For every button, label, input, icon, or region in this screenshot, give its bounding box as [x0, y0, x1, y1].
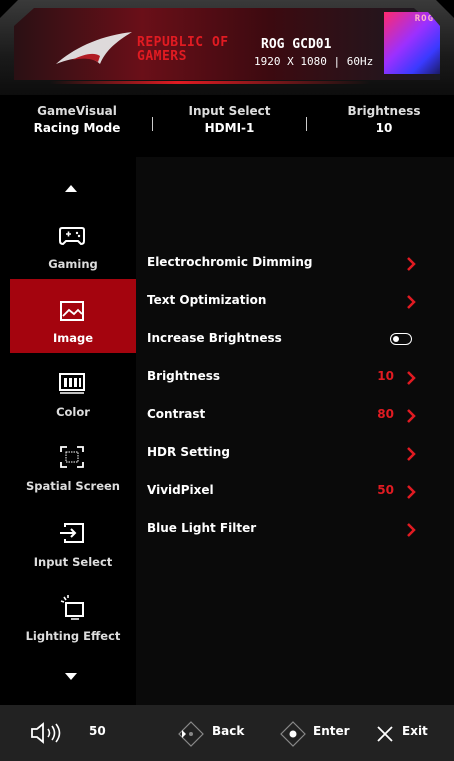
chevron-right-icon — [407, 295, 416, 309]
header-banner: REPUBLIC OF GAMERS ROG GCD01 1920 X 1080… — [0, 0, 454, 95]
spatial-screen-icon — [60, 446, 84, 468]
status-brightness-value: 10 — [375, 121, 393, 135]
scroll-up-arrow-icon[interactable] — [65, 185, 77, 192]
volume-icon[interactable] — [30, 722, 66, 744]
status-divider — [152, 117, 153, 131]
resolution-text: 1920 X 1080 | 60Hz — [254, 55, 374, 68]
lighting-icon — [60, 595, 84, 620]
chevron-right-icon — [407, 409, 416, 423]
menu-item-value: 10 — [377, 369, 394, 383]
rog-eye-logo-icon — [56, 32, 132, 64]
status-input-value: HDMI-1 — [204, 121, 255, 135]
status-divider — [306, 117, 307, 131]
exit-button[interactable]: Exit — [402, 724, 428, 738]
status-input-label: Input Select — [188, 104, 271, 118]
color-bars-icon — [59, 373, 85, 394]
menu-item-label: Electrochromic Dimming — [147, 255, 313, 269]
image-icon — [60, 301, 84, 321]
menu-item-label: Increase Brightness — [147, 331, 282, 345]
sidebar-item-lighting-effect[interactable]: Lighting Effect — [10, 577, 136, 651]
status-input: Input Select HDMI-1 — [172, 103, 287, 137]
sidebar-item-label: Lighting Effect — [25, 629, 121, 643]
status-gamevisual: GameVisual Racing Mode — [22, 103, 132, 137]
back-button[interactable]: Back — [212, 724, 244, 738]
sidebar-item-label: Color — [56, 405, 90, 419]
menu-item-contrast[interactable]: Contrast 80 — [136, 397, 416, 435]
footer-bar: 50 Back Enter Exit — [0, 705, 454, 761]
increase-brightness-toggle[interactable] — [390, 333, 412, 345]
menu-item-label: Text Optimization — [147, 293, 267, 307]
dpad-center-icon — [280, 721, 306, 747]
header-accent-strip — [50, 81, 370, 84]
menu-item-label: Brightness — [147, 369, 221, 383]
sidebar-item-label: Image — [52, 331, 94, 345]
status-gamevisual-value: Racing Mode — [33, 121, 121, 135]
status-gamevisual-label: GameVisual — [37, 104, 117, 118]
sidebar-item-label: Gaming — [48, 257, 98, 271]
sidebar-item-spatial-screen[interactable]: Spatial Screen — [10, 427, 136, 501]
rog-badge: ROG — [384, 12, 440, 74]
status-brightness-label: Brightness — [347, 104, 421, 118]
chevron-right-icon — [407, 257, 416, 271]
sidebar-item-label: Input Select — [33, 555, 113, 569]
menu-item-electrochromic-dimming[interactable]: Electrochromic Dimming — [136, 245, 416, 283]
menu-item-increase-brightness[interactable]: Increase Brightness — [136, 321, 416, 359]
menu-item-label: VividPixel — [147, 483, 214, 497]
menu-item-label: HDR Setting — [147, 445, 230, 459]
brand-name: REPUBLIC OF GAMERS — [137, 36, 237, 64]
close-icon — [377, 726, 393, 742]
dpad-left-icon — [178, 721, 204, 747]
badge-text: ROG — [414, 14, 434, 24]
status-bar: GameVisual Racing Mode Input Select HDMI… — [0, 95, 454, 157]
image-menu-panel: Electrochromic Dimming Text Optimization… — [136, 157, 454, 705]
menu-item-label: Contrast — [147, 407, 206, 421]
gamepad-icon — [59, 227, 85, 246]
enter-button[interactable]: Enter — [313, 724, 350, 738]
volume-value: 50 — [89, 724, 106, 738]
menu-item-value: 50 — [377, 483, 394, 497]
sidebar-item-gaming[interactable]: Gaming — [10, 205, 136, 279]
sidebar-item-input-select[interactable]: Input Select — [10, 503, 136, 577]
brand-line-1: REPUBLIC OF — [137, 35, 229, 50]
menu-item-brightness[interactable]: Brightness 10 — [136, 359, 416, 397]
status-brightness: Brightness 10 — [338, 103, 430, 137]
menu-item-blue-light-filter[interactable]: Blue Light Filter — [136, 511, 416, 549]
menu-item-hdr-setting[interactable]: HDR Setting — [136, 435, 416, 473]
brand-line-2: GAMERS — [137, 49, 187, 64]
menu-item-vividpixel[interactable]: VividPixel 50 — [136, 473, 416, 511]
chevron-right-icon — [407, 371, 416, 385]
scroll-down-arrow-icon[interactable] — [65, 673, 77, 680]
menu-item-value: 80 — [377, 407, 394, 421]
chevron-right-icon — [407, 447, 416, 461]
sidebar: Gaming Image Color Spatial Screen Input … — [10, 157, 136, 705]
sidebar-item-label: Spatial Screen — [26, 479, 120, 493]
menu-item-text-optimization[interactable]: Text Optimization — [136, 283, 416, 321]
sidebar-item-image[interactable]: Image — [10, 279, 136, 353]
chevron-right-icon — [407, 523, 416, 537]
model-name: ROG GCD01 — [261, 37, 332, 52]
menu-item-label: Blue Light Filter — [147, 521, 257, 535]
input-arrow-icon — [60, 523, 84, 543]
chevron-right-icon — [407, 485, 416, 499]
header-panel: REPUBLIC OF GAMERS ROG GCD01 1920 X 1080… — [14, 8, 440, 80]
sidebar-item-color[interactable]: Color — [10, 353, 136, 427]
